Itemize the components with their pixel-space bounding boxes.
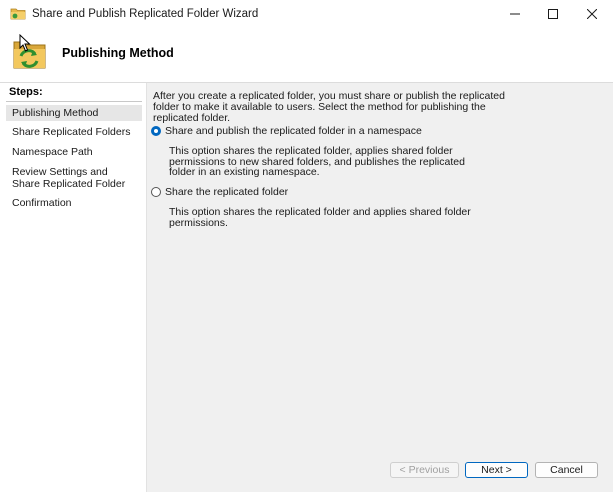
radio-selected-icon[interactable]	[151, 126, 161, 136]
share-folder-app-icon	[10, 8, 26, 20]
step-label: Review Settings and Share Replicated Fol…	[12, 166, 126, 190]
maximize-button[interactable]	[535, 0, 571, 28]
option-namespace[interactable]: Share and publish the replicated folder …	[151, 125, 422, 137]
intro-text: After you create a replicated folder, yo…	[153, 90, 505, 124]
step-confirmation[interactable]: Confirmation	[6, 197, 142, 209]
wizard-content: After you create a replicated folder, yo…	[147, 83, 613, 451]
steps-divider	[6, 101, 142, 102]
step-share-replicated-folders[interactable]: Share Replicated Folders	[6, 126, 142, 138]
mouse-cursor-icon	[19, 34, 31, 52]
close-button[interactable]	[574, 0, 610, 28]
steps-panel: Steps: Publishing Method Share Replicate…	[0, 83, 147, 492]
cancel-button[interactable]: Cancel	[535, 462, 598, 478]
step-label: Confirmation	[12, 197, 72, 209]
minimize-button[interactable]	[497, 0, 533, 28]
option-description: This option shares the replicated folder…	[169, 206, 471, 229]
wizard-footer: < Previous Next > Cancel	[147, 451, 613, 492]
step-label: Publishing Method	[12, 107, 99, 119]
wizard-window: Share and Publish Replicated Folder Wiza…	[0, 0, 613, 492]
steps-heading: Steps:	[9, 86, 43, 98]
page-title: Publishing Method	[62, 46, 174, 60]
minimize-icon	[510, 13, 520, 15]
wizard-header: Publishing Method	[0, 28, 613, 83]
radio-unselected-icon[interactable]	[151, 187, 161, 197]
window-title: Share and Publish Replicated Folder Wiza…	[32, 8, 259, 20]
step-label: Namespace Path	[12, 146, 93, 158]
option-label[interactable]: Share and publish the replicated folder …	[165, 125, 422, 137]
title-bar[interactable]: Share and Publish Replicated Folder Wiza…	[0, 0, 613, 28]
option-description: This option shares the replicated folder…	[169, 145, 465, 178]
step-review-settings[interactable]: Review Settings and Share Replicated Fol…	[6, 166, 134, 190]
previous-button[interactable]: < Previous	[390, 462, 459, 478]
step-publishing-method[interactable]: Publishing Method	[6, 105, 142, 121]
option-share-only[interactable]: Share the replicated folder	[151, 186, 288, 198]
close-icon	[587, 9, 597, 19]
option-label[interactable]: Share the replicated folder	[165, 186, 288, 198]
step-label: Share Replicated Folders	[12, 126, 131, 138]
maximize-icon	[548, 9, 558, 19]
next-button[interactable]: Next >	[465, 462, 528, 478]
step-namespace-path[interactable]: Namespace Path	[6, 146, 142, 158]
